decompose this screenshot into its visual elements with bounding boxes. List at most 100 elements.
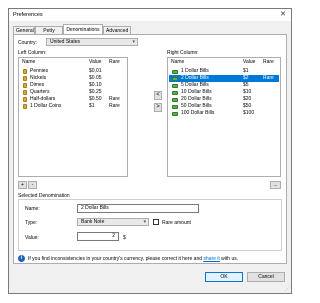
list-item[interactable]: 50 Dollar Bills $50 — [169, 103, 279, 110]
left-column-label: Left Column: — [18, 50, 47, 56]
list-item-name: 1 Dollar Bills — [181, 68, 209, 74]
left-header-name: Name — [22, 59, 36, 65]
coin-icon — [23, 76, 27, 81]
list-item-rare: Rare — [109, 96, 120, 102]
list-item-value: $0.10 — [89, 82, 102, 88]
currency-symbol: $ — [123, 235, 126, 241]
list-item[interactable]: 20 Dollar Bills $20 — [169, 96, 279, 103]
title-bar[interactable]: Preferences ✕ — [9, 9, 291, 21]
list-item-value: $0.01 — [89, 68, 102, 74]
value-label: Value: — [25, 235, 39, 241]
rare-amount-checkbox[interactable] — [153, 219, 159, 225]
list-item-value: $100 — [243, 110, 255, 116]
list-item-name: 2 Dollar Bills — [181, 75, 209, 81]
remove-denomination-button[interactable]: - — [28, 181, 37, 189]
list-item-name: Dimes — [30, 82, 45, 88]
cancel-button[interactable]: Cancel — [247, 272, 285, 282]
list-item-value: $0.25 — [89, 89, 102, 95]
list-item-value: $5 — [243, 82, 249, 88]
list-item[interactable]: 5 Dollar Bills $5 — [169, 82, 279, 89]
list-item-name: 1 Dollar Coins — [30, 103, 62, 109]
list-item[interactable]: Pennies $0.01 — [20, 68, 126, 75]
list-item[interactable]: 1 Dollar Bills $1 — [169, 68, 279, 75]
coin-icon — [23, 90, 27, 95]
info-text-before: If you find inconsistencies in your coun… — [28, 256, 204, 262]
right-header-rare: Rare — [263, 59, 274, 65]
list-item[interactable]: 100 Dollar Bills $100 — [169, 110, 279, 117]
list-item[interactable]: Quarters $0.25 — [20, 89, 126, 96]
bill-icon — [172, 104, 178, 109]
more-options-button[interactable]: ... — [270, 181, 281, 189]
country-label: Country: — [18, 40, 37, 46]
list-item-value: $0.50 — [89, 96, 102, 102]
list-item-name: Quarters — [30, 89, 50, 95]
list-item-name: Pennies — [30, 68, 49, 74]
coin-icon — [23, 97, 27, 102]
bill-icon — [172, 90, 178, 95]
list-item-name: Nickels — [30, 75, 47, 81]
bill-icon — [172, 97, 178, 102]
bill-icon — [172, 69, 178, 74]
list-item-value: $50 — [243, 103, 252, 109]
list-item-name: 5 Dollar Bills — [181, 82, 209, 88]
left-header-rare: Rare — [109, 59, 120, 65]
list-item-name: 50 Dollar Bills — [181, 103, 212, 109]
type-value: Bank Note — [81, 219, 105, 225]
name-field[interactable]: 2 Dollar Bills — [77, 204, 199, 213]
coin-icon — [23, 83, 27, 88]
right-header-value: Value — [243, 59, 256, 65]
close-button[interactable]: ✕ — [277, 10, 289, 20]
type-label: Type: — [25, 220, 38, 226]
info-icon: i — [18, 255, 25, 262]
list-item-rare: Rare — [263, 75, 274, 81]
bill-icon — [172, 111, 178, 116]
value-field[interactable]: 2 — [77, 232, 119, 241]
add-denomination-button[interactable]: + — [18, 181, 27, 189]
list-item-value: $20 — [243, 96, 252, 102]
info-message: If you find inconsistencies in your coun… — [28, 256, 238, 262]
rare-amount-label: Rare amount — [162, 220, 191, 226]
country-value: United States — [50, 39, 81, 45]
list-item-value: $1 — [243, 68, 249, 74]
resize-grip-icon[interactable]: ⋰ — [285, 286, 290, 292]
chevron-down-icon: ▾ — [132, 39, 135, 45]
list-item-value: $0.05 — [89, 75, 102, 81]
right-column-label: Right Column: — [167, 50, 199, 56]
list-item[interactable]: Dimes $0.10 — [20, 82, 126, 89]
list-item[interactable]: 1 Dollar Coins $1 Rare — [20, 103, 126, 110]
preferences-window: Preferences ✕ General Petty Cash Denomin… — [8, 8, 292, 294]
list-item-selected[interactable]: 2 Dollar Bills $2 Rare — [169, 75, 279, 82]
country-select[interactable]: United States ▾ — [46, 38, 138, 46]
share-it-link[interactable]: share it — [203, 256, 219, 262]
list-item-name: 100 Dollar Bills — [181, 110, 215, 116]
list-item-name: Half-dollars — [30, 96, 56, 102]
selected-denomination-group: Name: 2 Dollar Bills Type: Bank Note ▾ R… — [18, 199, 282, 251]
list-item-rare: Rare — [109, 103, 120, 109]
ok-button[interactable]: OK — [205, 272, 243, 282]
coin-icon — [23, 104, 27, 109]
right-column-list[interactable]: Name Value Rare 1 Dollar Bills $1 2 Doll… — [167, 57, 281, 177]
bill-icon — [172, 83, 178, 88]
right-header-name: Name — [171, 59, 185, 65]
move-right-button[interactable]: > — [154, 103, 162, 112]
chevron-down-icon: ▾ — [143, 219, 146, 225]
list-item[interactable]: Nickels $0.05 — [20, 75, 126, 82]
bill-icon — [172, 76, 178, 81]
list-item[interactable]: Half-dollars $0.50 Rare — [20, 96, 126, 103]
list-item-name: 10 Dollar Bills — [181, 89, 212, 95]
list-item-value: $2 — [243, 75, 249, 81]
list-item[interactable]: 10 Dollar Bills $10 — [169, 89, 279, 96]
coin-icon — [23, 69, 27, 74]
list-item-value: $1 — [89, 103, 95, 109]
list-item-value: $10 — [243, 89, 252, 95]
move-left-button[interactable]: < — [154, 91, 162, 100]
left-header-value: Value — [89, 59, 102, 65]
info-text-after: with us. — [219, 256, 239, 262]
left-column-list[interactable]: Name Value Rare Pennies $0.01 Nickels $0… — [18, 57, 128, 177]
name-label: Name: — [25, 206, 40, 212]
type-select[interactable]: Bank Note ▾ — [77, 218, 149, 226]
window-title: Preferences — [13, 12, 43, 18]
tab-denominations-label: Denominations — [66, 27, 100, 33]
denominations-panel: Country: United States ▾ Left Column: Ri… — [13, 34, 287, 264]
list-item-name: 20 Dollar Bills — [181, 96, 212, 102]
